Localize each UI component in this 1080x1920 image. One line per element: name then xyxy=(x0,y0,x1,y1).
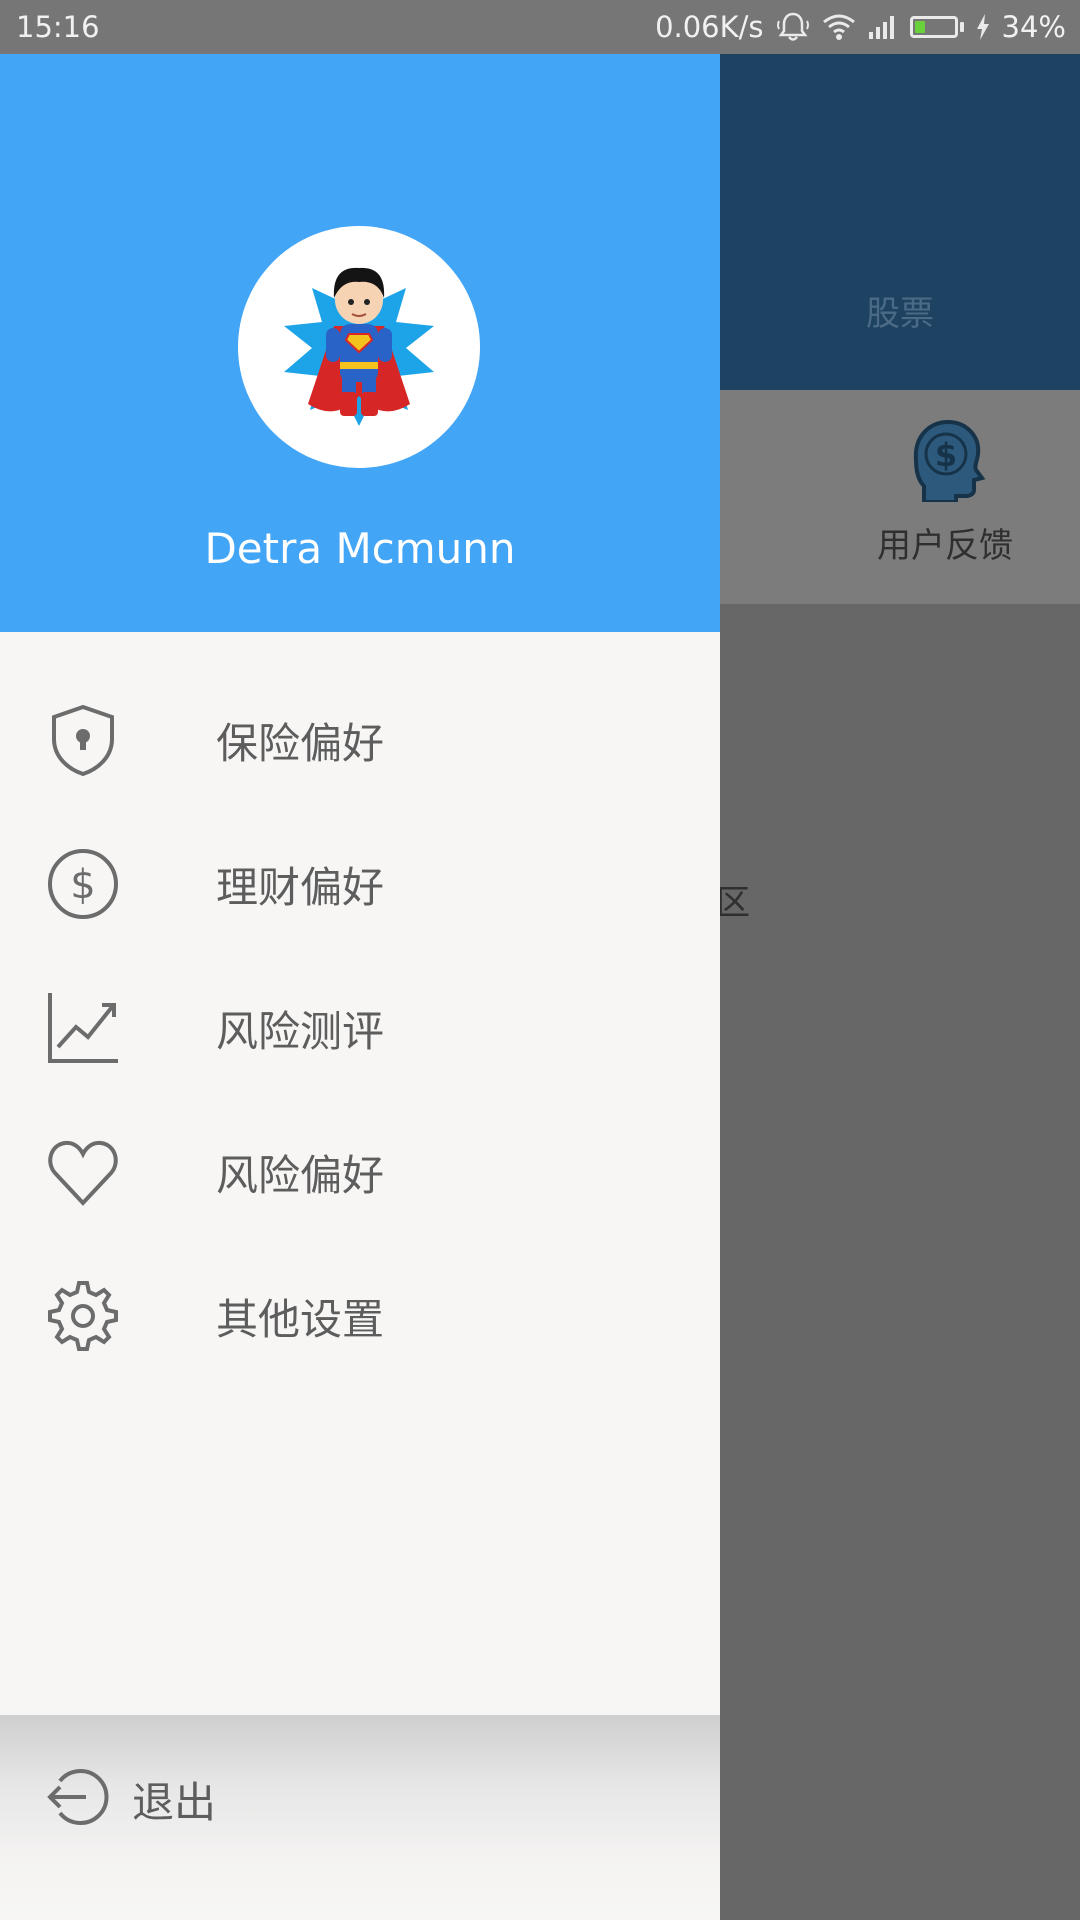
logout-icon xyxy=(46,1767,112,1831)
wifi-icon xyxy=(822,13,856,41)
heart-icon xyxy=(46,1135,120,1209)
drawer-header: Detra Mcmunn xyxy=(0,54,720,632)
menu-item-risk-preference[interactable]: 风险偏好 xyxy=(0,1100,720,1244)
dollar-circle-icon: $ xyxy=(46,847,120,921)
drawer-footer: 退出 xyxy=(0,1715,720,1920)
gear-icon xyxy=(46,1279,120,1353)
navigation-drawer: Detra Mcmunn 保险偏好 $ 理财偏好 风险测评 风险偏好 其他设置 … xyxy=(0,54,720,1920)
menu-item-label: 保险偏好 xyxy=(216,718,385,768)
trend-chart-icon xyxy=(46,991,120,1065)
menu-item-label: 其他设置 xyxy=(216,1294,385,1344)
network-speed: 0.06K/s xyxy=(655,10,764,44)
drawer-menu: 保险偏好 $ 理财偏好 风险测评 风险偏好 其他设置 xyxy=(0,668,720,1388)
user-feedback-label: 用户反馈 xyxy=(877,526,1013,566)
menu-item-finance-preference[interactable]: $ 理财偏好 xyxy=(0,812,720,956)
logout-label: 退出 xyxy=(132,1777,217,1827)
logout-button[interactable]: 退出 xyxy=(46,1767,216,1831)
signal-icon xyxy=(868,14,898,40)
shield-lock-icon xyxy=(46,703,120,777)
status-time: 15:16 xyxy=(16,10,100,44)
menu-item-other-settings[interactable]: 其他设置 xyxy=(0,1244,720,1388)
menu-item-risk-assessment[interactable]: 风险测评 xyxy=(0,956,720,1100)
svg-text:$: $ xyxy=(935,436,957,474)
charging-bolt-icon xyxy=(976,14,990,40)
tab-stocks[interactable]: 股票 xyxy=(866,286,934,335)
menu-item-label: 风险测评 xyxy=(216,1006,385,1056)
user-name: Detra Mcmunn xyxy=(204,524,516,573)
status-bar: 15:16 0.06K/s 34% xyxy=(0,0,1080,54)
menu-item-label: 理财偏好 xyxy=(216,862,385,912)
head-dollar-icon: $ xyxy=(870,416,1020,506)
svg-text:$: $ xyxy=(70,862,95,908)
battery-percent: 34% xyxy=(1001,10,1066,44)
feature-label-partial: 区 xyxy=(716,883,750,923)
bell-icon xyxy=(776,11,810,43)
user-feedback-button[interactable]: $ 用户反馈 xyxy=(870,416,1020,567)
menu-item-insurance-preference[interactable]: 保险偏好 xyxy=(0,668,720,812)
screen: 15:16 0.06K/s 34% 股票 区 $ 用户反馈 Detra Mcmu… xyxy=(0,0,1080,1920)
menu-item-label: 风险偏好 xyxy=(216,1150,385,1200)
status-icons: 0.06K/s 34% xyxy=(655,10,1066,44)
avatar[interactable] xyxy=(238,226,480,468)
battery-icon xyxy=(909,16,964,38)
